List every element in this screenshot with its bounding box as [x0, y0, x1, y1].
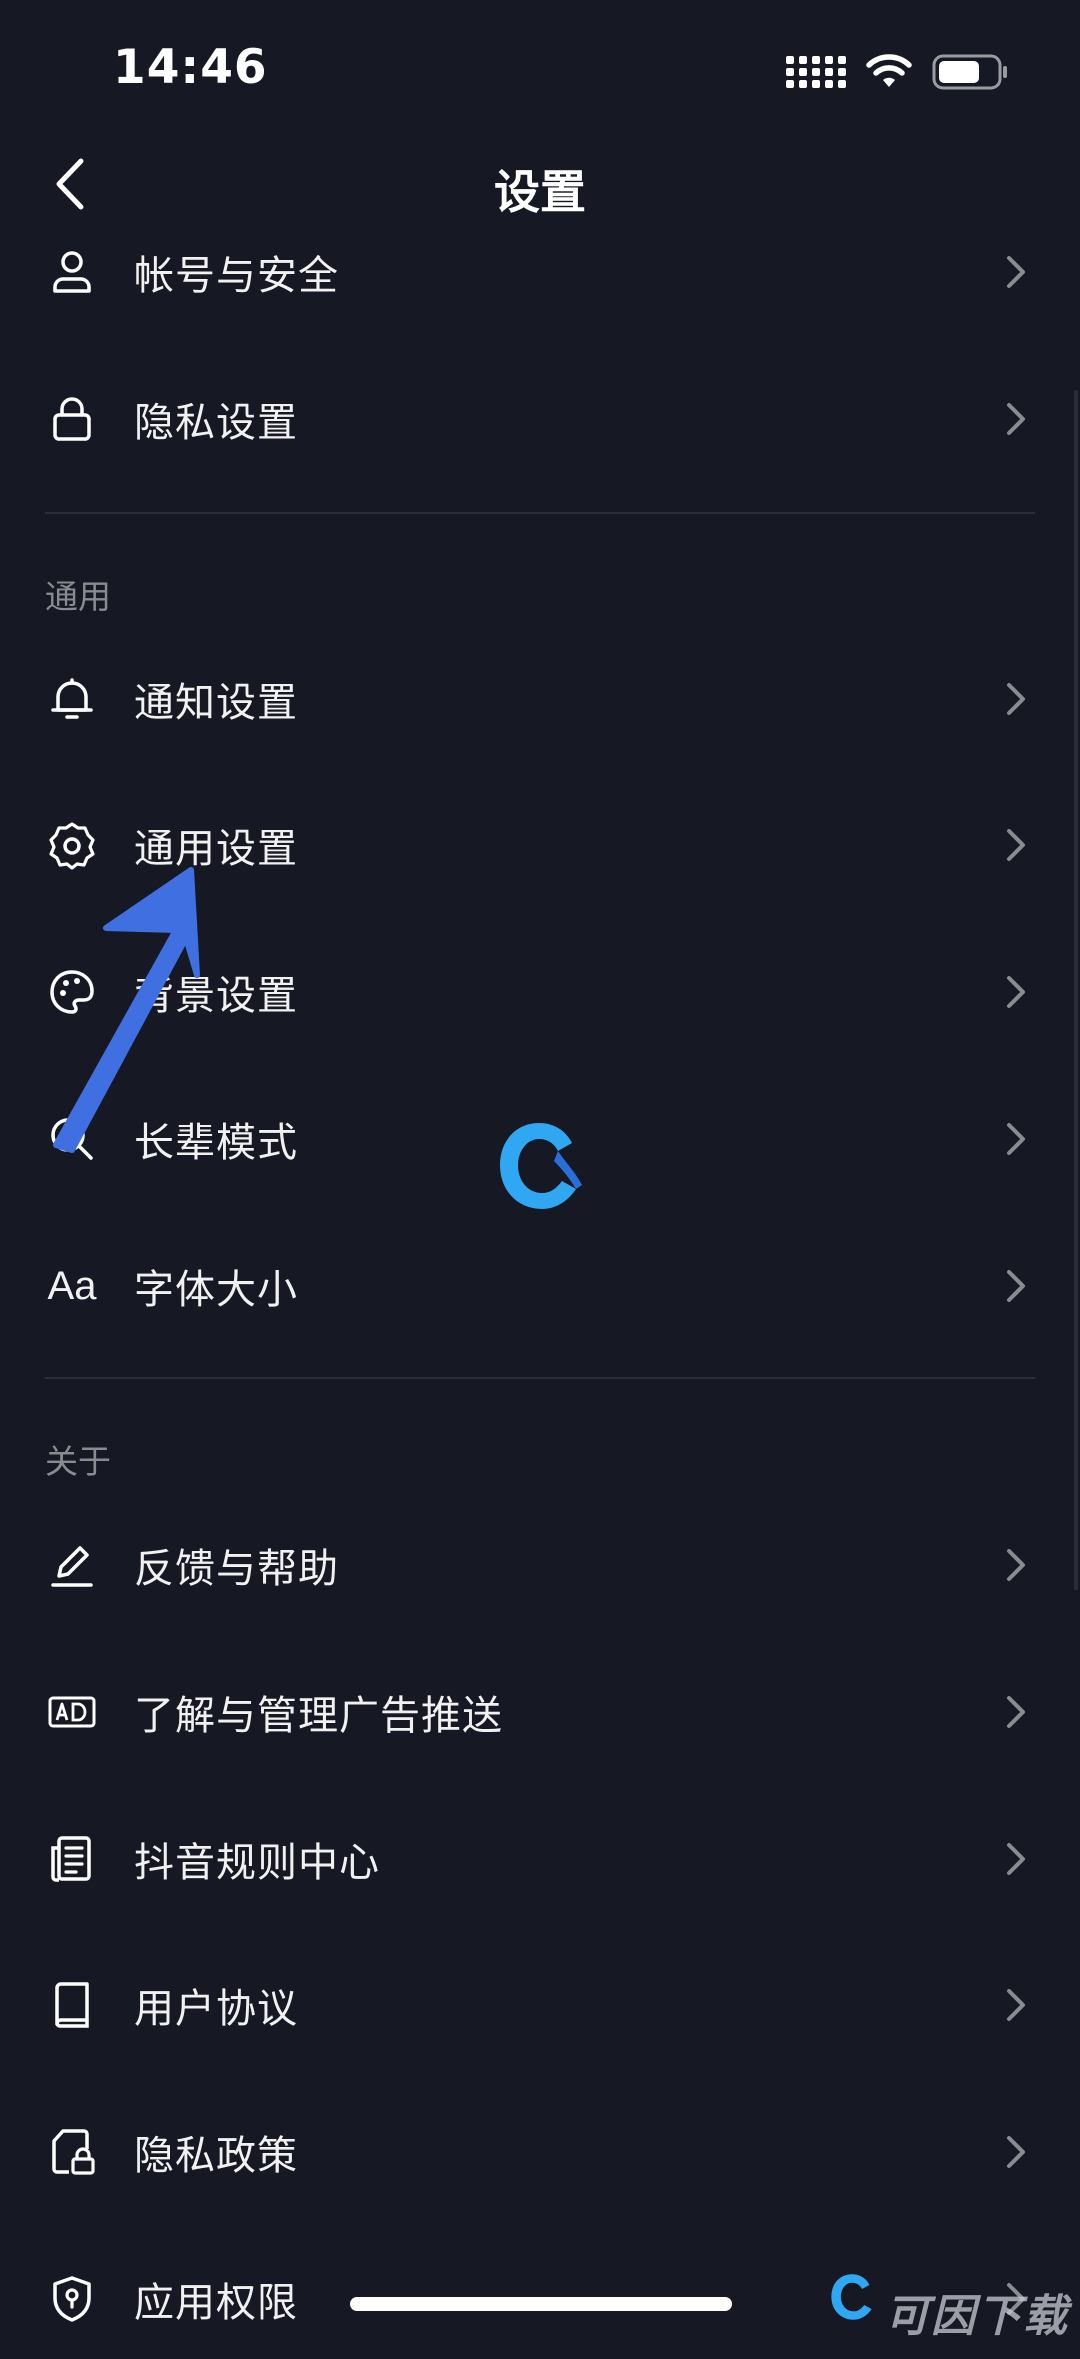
row-privacy-settings[interactable]: 隐私设置 — [0, 359, 1080, 479]
row-label: 字体大小 — [134, 1267, 298, 1313]
row-feedback-help[interactable]: 反馈与帮助 — [0, 1505, 1080, 1625]
divider — [45, 1377, 1035, 1379]
book-icon — [40, 1977, 104, 2033]
pencil-icon — [40, 1537, 104, 1593]
status-icons — [786, 50, 1010, 94]
magnifier-icon — [40, 1111, 104, 1167]
chevron-right-icon — [1005, 2130, 1035, 2174]
chevron-right-icon — [1005, 677, 1035, 721]
section-title-general: 通用 — [45, 577, 111, 616]
row-label: 应用权限 — [134, 2280, 298, 2326]
chevron-right-icon — [1005, 1837, 1035, 1881]
row-font-size[interactable]: Aa 字体大小 — [0, 1226, 1080, 1346]
row-label: 通用设置 — [134, 826, 298, 872]
document-list-icon — [40, 1831, 104, 1887]
row-elder-mode[interactable]: 长辈模式 — [0, 1079, 1080, 1199]
row-ad-management[interactable]: 了解与管理广告推送 — [0, 1652, 1080, 1772]
row-label: 用户协议 — [134, 1986, 298, 2032]
row-label: 隐私政策 — [134, 2133, 298, 2179]
row-label: 通知设置 — [134, 680, 298, 726]
bell-icon — [40, 671, 104, 727]
home-indicator[interactable] — [350, 2297, 732, 2311]
row-label: 长辈模式 — [134, 1120, 298, 1166]
status-bar: 14:46 — [0, 0, 1080, 130]
row-general-settings[interactable]: 通用设置 — [0, 785, 1080, 905]
lock-icon — [40, 391, 104, 447]
battery-icon — [932, 54, 1007, 90]
row-label: 背景设置 — [134, 973, 298, 1019]
person-icon — [40, 244, 104, 300]
row-user-agreement[interactable]: 用户协议 — [0, 1945, 1080, 2065]
row-label: 抖音规则中心 — [134, 1840, 380, 1886]
font-size-icon: Aa — [40, 1258, 104, 1314]
row-background-settings[interactable]: 背景设置 — [0, 932, 1080, 1052]
ad-icon — [40, 1684, 104, 1740]
lock-file-icon — [40, 2124, 104, 2180]
signal-icon — [786, 56, 846, 88]
divider — [45, 512, 1035, 514]
chevron-right-icon — [1005, 397, 1035, 441]
palette-icon — [40, 964, 104, 1020]
shield-icon — [40, 2271, 104, 2327]
row-label: 隐私设置 — [134, 400, 298, 446]
row-privacy-policy[interactable]: 隐私政策 — [0, 2092, 1080, 2212]
chevron-right-icon — [1005, 970, 1035, 1014]
row-rules-center[interactable]: 抖音规则中心 — [0, 1799, 1080, 1919]
chevron-right-icon — [1005, 823, 1035, 867]
chevron-right-icon — [1005, 1690, 1035, 1734]
row-label: 帐号与安全 — [134, 253, 339, 299]
gear-icon — [40, 817, 104, 873]
section-title-about: 关于 — [45, 1442, 111, 1481]
row-notification-settings[interactable]: 通知设置 — [0, 639, 1080, 759]
font-size-icon-text: Aa — [47, 1263, 97, 1308]
chevron-right-icon — [1005, 1264, 1035, 1308]
wifi-icon — [866, 54, 912, 87]
row-account-security[interactable]: 帐号与安全 — [0, 212, 1080, 332]
watermark-text: 可因下载 — [885, 2291, 1069, 2342]
row-label: 了解与管理广告推送 — [134, 1693, 503, 1739]
row-label: 反馈与帮助 — [134, 1546, 339, 1592]
chevron-right-icon — [1005, 1983, 1035, 2027]
chevron-right-icon — [1005, 1543, 1035, 1587]
chevron-right-icon — [1005, 1117, 1035, 1161]
chevron-right-icon — [1005, 250, 1035, 294]
status-time: 14:46 — [113, 40, 268, 95]
